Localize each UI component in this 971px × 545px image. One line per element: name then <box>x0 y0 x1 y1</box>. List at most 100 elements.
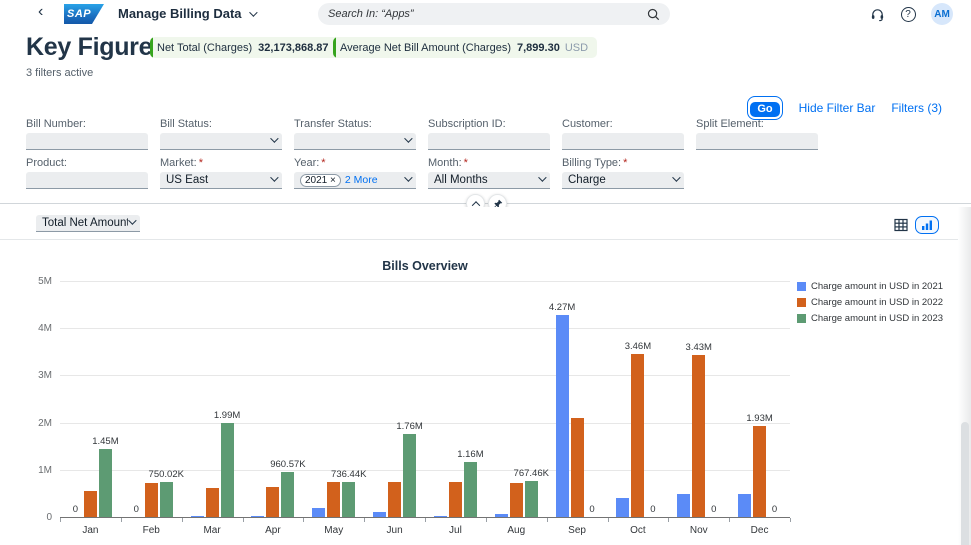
bar-jul-2022[interactable] <box>449 482 462 517</box>
bar-apr-2022[interactable] <box>266 487 279 517</box>
y-axis-tick-label: 3M <box>22 370 52 381</box>
bar-jun-2021[interactable] <box>373 512 386 517</box>
sap-logo[interactable]: SAP <box>64 4 104 24</box>
scrollbar-track[interactable] <box>958 207 971 545</box>
bar-feb-2023[interactable] <box>160 482 173 517</box>
gridline <box>60 423 790 424</box>
chart-card-header: Total Net Amount <box>0 207 971 239</box>
filter-field-bill-number[interactable] <box>26 133 148 150</box>
data-label: 1.93M <box>746 413 772 424</box>
bar-dec-2021[interactable] <box>738 494 751 517</box>
bar-nov-2021[interactable] <box>677 494 690 517</box>
bar-aug-2023[interactable] <box>525 481 538 517</box>
go-button[interactable]: Go <box>750 102 779 117</box>
bar-feb-2022[interactable] <box>145 483 158 517</box>
bills-overview-chart: Bills Overview5M4M3M2M1M001.45MJan0750.0… <box>0 245 958 545</box>
bar-mar-2022[interactable] <box>206 488 219 517</box>
app-title-menu[interactable]: Manage Billing Data <box>118 6 255 21</box>
filter-field-split-element[interactable] <box>696 133 818 150</box>
bar-mar-2023[interactable] <box>221 423 234 517</box>
bar-apr-2023[interactable] <box>281 472 294 517</box>
measure-select[interactable]: Total Net Amount <box>36 215 140 232</box>
data-label: 0 <box>73 504 78 515</box>
shell-header: ‹ SAP Manage Billing Data Search In: “Ap… <box>0 0 971 28</box>
filter-label-market: Market:* <box>160 157 282 169</box>
x-axis-tick <box>486 518 487 522</box>
support-button[interactable] <box>867 4 887 24</box>
filter-field-customer[interactable] <box>562 133 684 150</box>
filter-field-market[interactable]: US East <box>160 172 282 189</box>
bar-sep-2022[interactable] <box>571 418 584 517</box>
chart-view-button[interactable] <box>915 216 939 234</box>
filter-field-product[interactable] <box>26 172 148 189</box>
legend-item[interactable]: Charge amount in USD in 2022 <box>797 297 943 308</box>
data-label: 3.46M <box>625 341 651 352</box>
legend-swatch <box>797 314 806 323</box>
bar-aug-2022[interactable] <box>510 483 523 517</box>
bar-jul-2021[interactable] <box>434 516 447 517</box>
chevron-down-icon <box>404 173 412 181</box>
data-label: 1.99M <box>214 410 240 421</box>
help-button[interactable]: ? <box>898 4 918 24</box>
x-axis-tick <box>303 518 304 522</box>
bar-oct-2022[interactable] <box>631 354 644 517</box>
chevron-down-icon <box>270 173 278 181</box>
filter-field-transfer-status[interactable] <box>294 133 416 150</box>
avatar[interactable]: AM <box>931 3 953 25</box>
bar-sep-2021[interactable] <box>556 315 569 517</box>
filter-label-customer: Customer: <box>562 118 684 130</box>
bar-may-2021[interactable] <box>312 508 325 517</box>
filter-field-month[interactable]: All Months <box>428 172 550 189</box>
filter-field-year[interactable]: 2021 × 2 More <box>294 172 416 189</box>
legend-item[interactable]: Charge amount in USD in 2023 <box>797 313 943 324</box>
back-button[interactable]: ‹ <box>38 3 43 21</box>
bar-may-2023[interactable] <box>342 482 355 517</box>
legend-item[interactable]: Charge amount in USD in 2021 <box>797 281 943 292</box>
x-axis-tick <box>425 518 426 522</box>
bar-may-2022[interactable] <box>327 482 340 517</box>
search-input[interactable]: Search In: “Apps” <box>318 3 670 25</box>
bar-jun-2023[interactable] <box>403 434 416 517</box>
filter-field-subscription-id[interactable] <box>428 133 550 150</box>
filter-field-bill-status[interactable] <box>160 133 282 150</box>
bar-aug-2021[interactable] <box>495 514 508 517</box>
filters-active-note: 3 filters active <box>26 67 93 79</box>
view-toggle <box>894 216 939 234</box>
bar-dec-2022[interactable] <box>753 426 766 517</box>
filter-value: US East <box>166 174 270 186</box>
x-axis-tick <box>60 518 61 522</box>
bar-jul-2023[interactable] <box>464 462 477 517</box>
bar-oct-2021[interactable] <box>616 498 629 517</box>
bar-apr-2021[interactable] <box>251 516 264 517</box>
x-axis-tick <box>608 518 609 522</box>
legend-swatch <box>797 282 806 291</box>
table-view-button[interactable] <box>894 218 908 232</box>
x-axis-category-label: Jun <box>387 525 403 536</box>
bar-jun-2022[interactable] <box>388 482 401 517</box>
data-label: 0 <box>711 504 716 515</box>
bar-jan-2023[interactable] <box>99 449 112 517</box>
filter-label-product: Product: <box>26 157 148 169</box>
required-marker: * <box>464 157 468 169</box>
data-label: 736.44K <box>331 469 366 480</box>
page-title: Key Figures <box>26 33 166 62</box>
more-tokens-link[interactable]: 2 More <box>345 174 404 186</box>
filter-bill-number: Bill Number: <box>26 118 148 150</box>
filter-split-element: Split Element: <box>696 118 818 150</box>
data-label: 0 <box>650 504 655 515</box>
data-label: 0 <box>134 504 139 515</box>
bar-nov-2022[interactable] <box>692 355 705 517</box>
kpi-average-net-bill[interactable]: Average Net Bill Amount (Charges) 7,899.… <box>333 37 597 58</box>
filter-year: Year:*2021 ×2 More <box>294 157 416 189</box>
hide-filter-bar-link[interactable]: Hide Filter Bar <box>799 101 876 115</box>
year-token[interactable]: 2021 × <box>300 174 341 187</box>
bar-mar-2021[interactable] <box>191 516 204 517</box>
x-axis-category-label: Jan <box>82 525 98 536</box>
x-axis-category-label: Feb <box>143 525 160 536</box>
filter-billing-type: Billing Type:*Charge <box>562 157 684 189</box>
x-axis-tick <box>547 518 548 522</box>
scrollbar-thumb[interactable] <box>961 422 969 545</box>
bar-jan-2022[interactable] <box>84 491 97 517</box>
filters-link[interactable]: Filters (3) <box>891 101 942 115</box>
filter-field-billing-type[interactable]: Charge <box>562 172 684 189</box>
